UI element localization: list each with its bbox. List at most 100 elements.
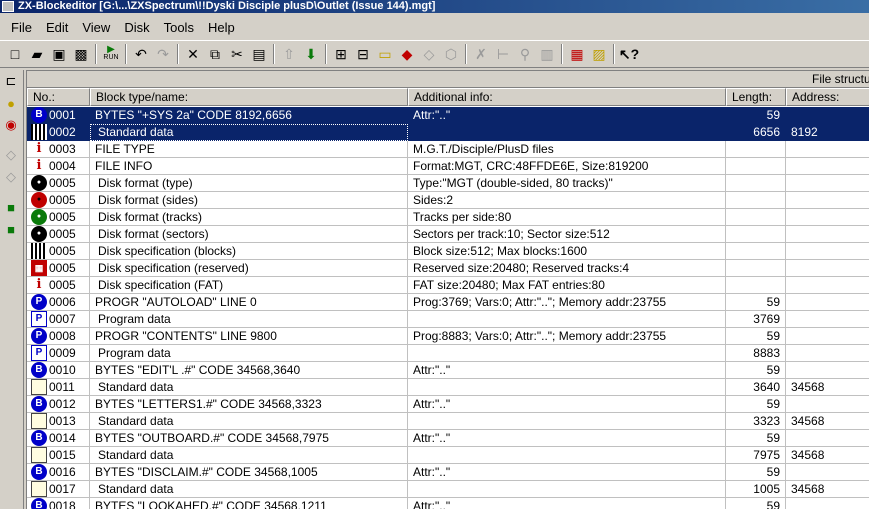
column-address[interactable]: Address: bbox=[786, 88, 869, 106]
table-row[interactable]: 0002 Standard data 6656 8192 bbox=[27, 124, 869, 141]
cell-length bbox=[726, 226, 786, 243]
program-data-icon: P bbox=[31, 311, 47, 327]
cell-additional-info: FAT size:20480; Max FAT entries:80 bbox=[408, 277, 726, 294]
column-block-type[interactable]: Block type/name: bbox=[90, 88, 408, 106]
program-icon[interactable]: ◉ bbox=[0, 114, 22, 136]
cell-length bbox=[726, 175, 786, 192]
toolbar: □ ▰ ▣ ▩ ▶ RUN ↶ ↷ ✕ ⧉ ✂ ▤ ⇧ ⬇ ⊞ ⊟ ▭ ◆ ◇ ⬡… bbox=[0, 40, 869, 68]
cell-no: P 0009 bbox=[27, 345, 90, 362]
save-as-icon[interactable]: ▩ bbox=[70, 43, 92, 65]
help-icon[interactable]: ↖? bbox=[618, 43, 640, 65]
data-icon bbox=[31, 413, 47, 429]
image-view-icon[interactable]: ▨ bbox=[588, 43, 610, 65]
cell-block-type: Program data bbox=[90, 311, 408, 328]
merge-icon[interactable]: ⊞ bbox=[330, 43, 352, 65]
table-row[interactable]: B 0018 BYTES "LOOKAHED.#" CODE 34568,1211 A… bbox=[27, 498, 869, 509]
cell-block-type: BYTES "OUTBOARD.#" CODE 34568,7975 bbox=[90, 430, 408, 447]
run-button[interactable]: ▶ RUN bbox=[100, 43, 122, 65]
search-icon[interactable]: ⚲ bbox=[514, 43, 536, 65]
menu-help[interactable]: Help bbox=[201, 18, 242, 38]
table-row[interactable]: 0015 Standard data 7975 34568 bbox=[27, 447, 869, 464]
bomb-icon[interactable]: ● bbox=[0, 92, 22, 114]
new-file-icon[interactable]: □ bbox=[4, 43, 26, 65]
redo-icon[interactable]: ↷ bbox=[152, 43, 174, 65]
table-row[interactable]: P 0008 PROGR "CONTENTS" LINE 9800 Prog:8883… bbox=[27, 328, 869, 345]
table-row[interactable]: P 0006 PROGR "AUTOLOAD" LINE 0 Prog:3769; V… bbox=[27, 294, 869, 311]
table-row[interactable]: B 0010 BYTES "EDIT'L .#" CODE 34568,3640 At… bbox=[27, 362, 869, 379]
cell-additional-info: Attr:".." bbox=[408, 430, 726, 447]
block-number: 0018 bbox=[49, 499, 76, 509]
column-length[interactable]: Length: bbox=[726, 88, 786, 106]
cut-icon[interactable]: ✂ bbox=[226, 43, 248, 65]
window-icon[interactable]: ▭ bbox=[374, 43, 396, 65]
cell-additional-info: Prog:8883; Vars:0; Attr:".."; Memory add… bbox=[408, 328, 726, 345]
block-number: 0014 bbox=[49, 431, 76, 445]
column-no[interactable]: No.: bbox=[27, 88, 90, 106]
export-icon[interactable]: ■ bbox=[0, 196, 22, 218]
table-row[interactable]: ▦ 0005 Disk specification (reserved) Reserv… bbox=[27, 260, 869, 277]
cube-red-icon[interactable]: ◆ bbox=[396, 43, 418, 65]
table-row[interactable]: ● 0005 Disk format (sides) Sides:2 bbox=[27, 192, 869, 209]
cell-address bbox=[786, 311, 869, 328]
cell-additional-info: Format:MGT, CRC:48FFDE6E, Size:819200 bbox=[408, 158, 726, 175]
cube-alt-icon[interactable]: ◇ bbox=[0, 166, 22, 188]
menu-tools[interactable]: Tools bbox=[157, 18, 201, 38]
table-row[interactable]: P 0007 Program data 3769 bbox=[27, 311, 869, 328]
move-down-icon[interactable]: ⬇ bbox=[300, 43, 322, 65]
table-row[interactable]: 0013 Standard data 3323 34568 bbox=[27, 413, 869, 430]
menu-disk[interactable]: Disk bbox=[117, 18, 156, 38]
save-icon[interactable]: ▣ bbox=[48, 43, 70, 65]
delete-icon[interactable]: ✕ bbox=[182, 43, 204, 65]
table-row[interactable]: 0005 Disk specification (blocks) Block siz… bbox=[27, 243, 869, 260]
cube-grey-icon[interactable]: ◇ bbox=[418, 43, 440, 65]
table-row[interactable]: i 0005 Disk specification (FAT) FAT size:20… bbox=[27, 277, 869, 294]
file-structure-grid: File structure No.: Block type/name: Add… bbox=[26, 70, 869, 509]
paste-icon[interactable]: ▤ bbox=[248, 43, 270, 65]
table-row[interactable]: ● 0005 Disk format (type) Type:"MGT (double… bbox=[27, 175, 869, 192]
cell-additional-info: Attr:".." bbox=[408, 362, 726, 379]
table-row[interactable]: B 0001 BYTES "+SYS 2a" CODE 8192,6656 Attr:… bbox=[27, 107, 869, 124]
cell-additional-info bbox=[408, 413, 726, 430]
table-row[interactable]: 0017 Standard data 1005 34568 bbox=[27, 481, 869, 498]
table-row[interactable]: i 0003 FILE TYPE M.G.T./Disciple/PlusD file… bbox=[27, 141, 869, 158]
table-row[interactable]: ● 0005 Disk format (tracks) Tracks per side… bbox=[27, 209, 869, 226]
cell-address bbox=[786, 294, 869, 311]
block-number: 0017 bbox=[49, 482, 76, 496]
cell-length bbox=[726, 243, 786, 260]
cell-address bbox=[786, 498, 869, 509]
open-folder-icon[interactable]: ▰ bbox=[26, 43, 48, 65]
clipboard-icon[interactable]: ▥ bbox=[536, 43, 558, 65]
table-row[interactable]: B 0014 BYTES "OUTBOARD.#" CODE 34568,7975 A… bbox=[27, 430, 869, 447]
hex-view-icon[interactable]: ▦ bbox=[566, 43, 588, 65]
table-row[interactable]: ● 0005 Disk format (sectors) Sectors per tr… bbox=[27, 226, 869, 243]
block-number: 0005 bbox=[49, 261, 76, 275]
block-number: 0002 bbox=[49, 125, 76, 139]
table-row[interactable]: P 0009 Program data 8883 bbox=[27, 345, 869, 362]
cube-outline-icon[interactable]: ⬡ bbox=[440, 43, 462, 65]
menu-file[interactable]: File bbox=[4, 18, 39, 38]
cell-length bbox=[726, 209, 786, 226]
cube-icon[interactable]: ◇ bbox=[0, 144, 22, 166]
cell-block-type: FILE TYPE bbox=[90, 141, 408, 158]
program-icon: P bbox=[31, 294, 47, 310]
cell-additional-info: Attr:".." bbox=[408, 464, 726, 481]
tools-icon[interactable]: ✗ bbox=[470, 43, 492, 65]
move-up-icon[interactable]: ⇧ bbox=[278, 43, 300, 65]
column-additional-info[interactable]: Additional info: bbox=[408, 88, 726, 106]
menu-view[interactable]: View bbox=[75, 18, 117, 38]
cell-address: 34568 bbox=[786, 413, 869, 430]
table-row[interactable]: i 0004 FILE INFO Format:MGT, CRC:48FFDE6E, … bbox=[27, 158, 869, 175]
tree-icon[interactable]: ⊢ bbox=[492, 43, 514, 65]
menu-edit[interactable]: Edit bbox=[39, 18, 75, 38]
table-row[interactable]: 0011 Standard data 3640 34568 bbox=[27, 379, 869, 396]
undo-icon[interactable]: ↶ bbox=[130, 43, 152, 65]
cell-no: P 0006 bbox=[27, 294, 90, 311]
block-number: 0005 bbox=[49, 278, 76, 292]
import-icon[interactable]: ■ bbox=[0, 218, 22, 240]
table-row[interactable]: B 0012 BYTES "LETTERS1.#" CODE 34568,3323 A… bbox=[27, 396, 869, 413]
cell-block-type: Standard data bbox=[90, 481, 408, 498]
split-icon[interactable]: ⊟ bbox=[352, 43, 374, 65]
tree-structure-icon[interactable]: ⊏ bbox=[0, 70, 22, 92]
table-row[interactable]: B 0016 BYTES "DISCLAIM.#" CODE 34568,1005 A… bbox=[27, 464, 869, 481]
copy-icon[interactable]: ⧉ bbox=[204, 43, 226, 65]
